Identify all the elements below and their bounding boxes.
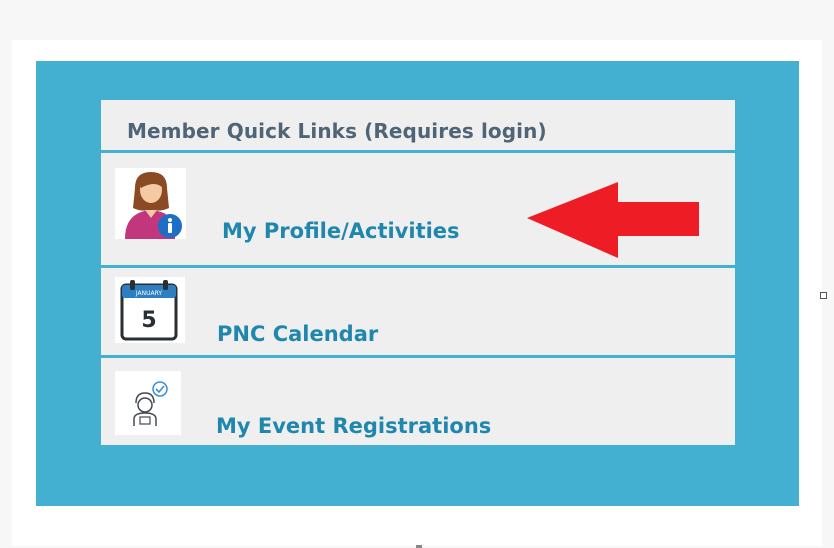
my-profile-activities-link[interactable]: My Profile/Activities bbox=[222, 219, 460, 243]
my-event-registrations-link[interactable]: My Event Registrations bbox=[216, 414, 491, 438]
quick-links-title: Member Quick Links (Requires login) bbox=[127, 119, 547, 143]
resize-handle[interactable] bbox=[820, 292, 827, 299]
quick-link-row-calendar: JANUARY 5 PNC Calendar bbox=[101, 268, 735, 355]
calendar-day-text: 5 bbox=[141, 308, 156, 333]
user-profile-info-icon[interactable] bbox=[115, 168, 186, 239]
pnc-calendar-link[interactable]: PNC Calendar bbox=[217, 322, 378, 346]
quick-link-row-event-registrations: My Event Registrations bbox=[101, 358, 735, 445]
event-registration-person-icon[interactable] bbox=[115, 371, 181, 435]
red-arrow-annotation bbox=[527, 182, 702, 262]
quick-links-header: Member Quick Links (Requires login) bbox=[101, 100, 735, 150]
calendar-month-text: JANUARY bbox=[135, 290, 163, 297]
calendar-icon[interactable]: JANUARY 5 bbox=[115, 277, 185, 343]
member-quick-links-widget: Member Quick Links (Requires login) My P… bbox=[101, 100, 735, 445]
